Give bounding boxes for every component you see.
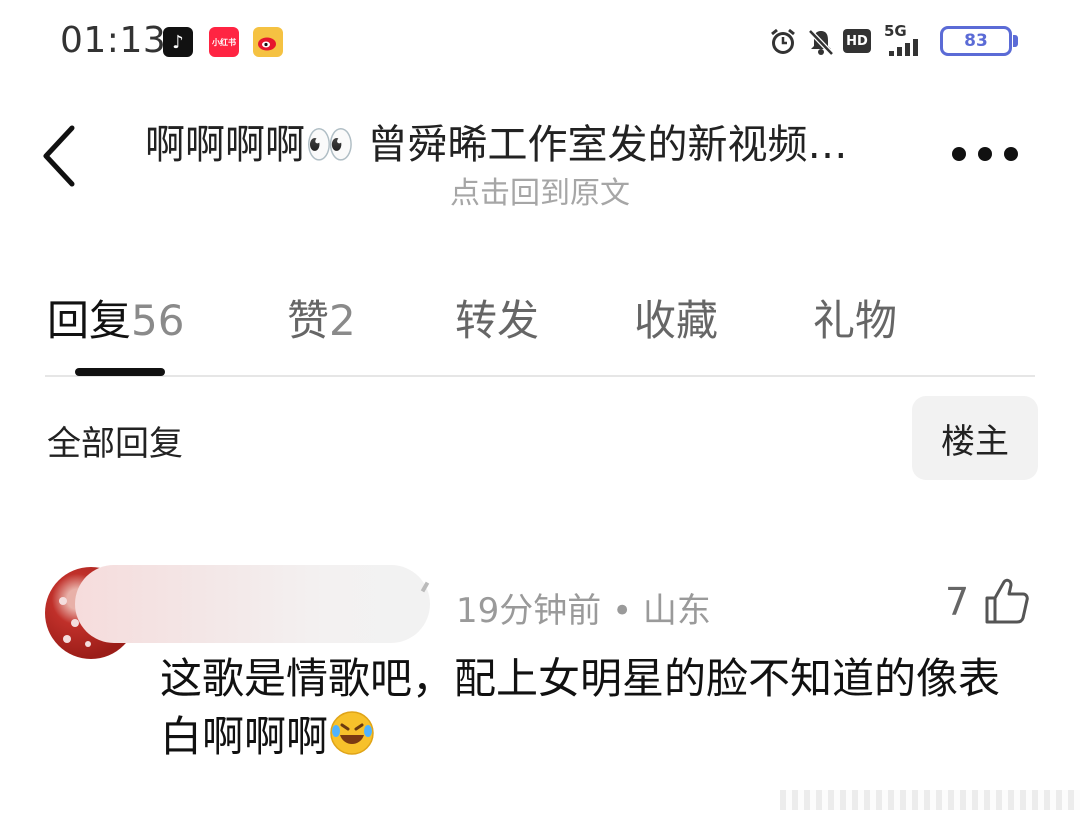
username-redacted[interactable] — [75, 565, 430, 643]
tab-label: 收藏 — [634, 296, 719, 345]
tab-replies[interactable]: 回复56 — [47, 287, 184, 348]
xiaohongshu-icon: 小红书 — [209, 27, 239, 57]
signal-bars-icon — [889, 38, 931, 56]
tab-active-indicator — [75, 368, 165, 376]
post-title[interactable]: 啊啊啊啊👀 曾舜晞工作室发的新视频… — [145, 112, 935, 170]
tabs-divider — [45, 375, 1035, 377]
tab-reposts[interactable]: 转发 — [455, 287, 539, 348]
comment-body: 这歌是情歌吧，配上女明星的脸不知道的像表白啊啊啊 — [160, 650, 1040, 766]
like-count: 7 — [945, 580, 970, 624]
watermark — [780, 790, 1080, 810]
battery-tip — [1013, 35, 1018, 47]
tab-label: 回复 — [47, 296, 132, 345]
mute-bell-icon — [806, 27, 836, 61]
tiktok-icon: ♪ — [163, 27, 193, 57]
op-only-button[interactable]: 楼主 — [912, 396, 1038, 480]
more-options-icon[interactable] — [952, 143, 1018, 165]
rolling-laugh-emoji-icon — [328, 709, 376, 757]
all-replies-label: 全部回复 — [47, 424, 183, 464]
network-label: 5G — [884, 22, 907, 40]
battery-indicator: 83 — [940, 26, 1012, 56]
tab-label: 礼物 — [813, 296, 898, 345]
weibo-icon — [253, 27, 283, 57]
tab-label: 转发 — [455, 296, 540, 345]
tab-label: 赞 — [287, 296, 330, 345]
tab-gifts[interactable]: 礼物 — [813, 287, 897, 348]
status-time: 01:13 — [60, 20, 167, 61]
hd-badge: HD — [843, 29, 871, 53]
tab-favorites[interactable]: 收藏 — [634, 287, 718, 348]
tab-count: 2 — [329, 296, 356, 345]
comment-meta: 19分钟前 • 山东 — [456, 591, 711, 631]
alarm-icon — [768, 27, 798, 61]
tab-count: 56 — [131, 296, 185, 345]
back-to-post-link[interactable]: 点击回到原文 — [0, 168, 1080, 212]
comment-text: 这歌是情歌吧，配上女明星的脸不知道的像表白啊啊啊 — [160, 654, 1001, 761]
thumbs-up-icon[interactable] — [982, 576, 1032, 626]
tab-likes[interactable]: 赞2 — [287, 287, 356, 348]
